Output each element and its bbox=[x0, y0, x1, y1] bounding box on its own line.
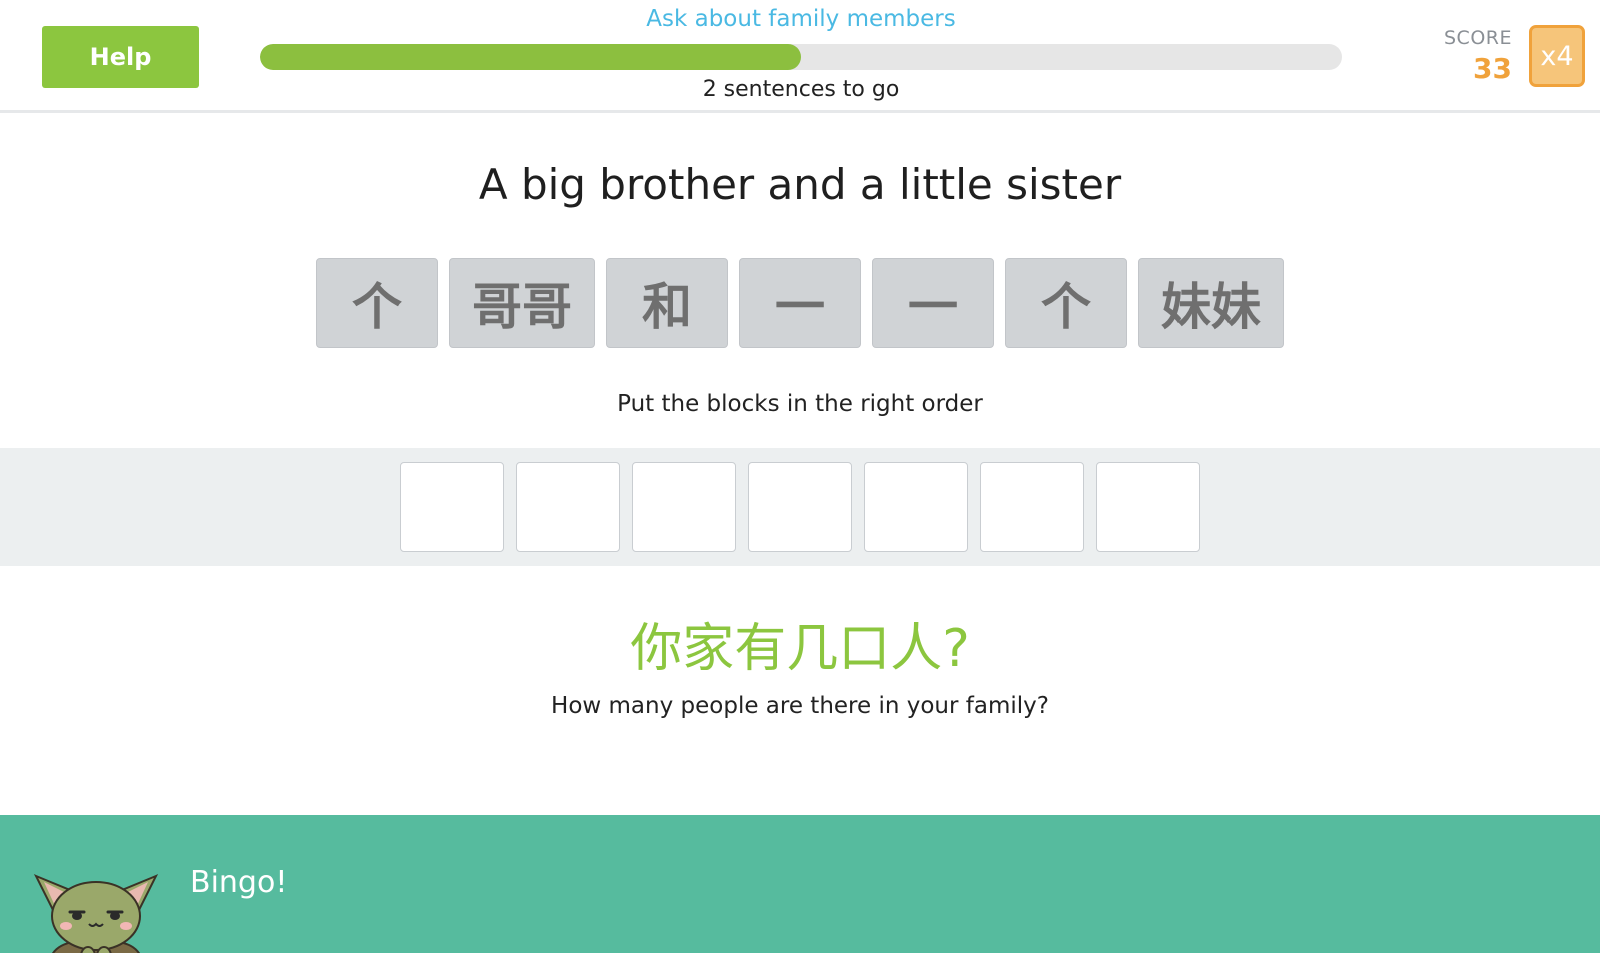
sentences-remaining: 2 sentences to go bbox=[702, 77, 900, 102]
word-block[interactable]: 妹妹 bbox=[1138, 258, 1284, 348]
lesson-page: Help Ask about family members 2 sentence… bbox=[0, 0, 1600, 953]
answer-slots bbox=[0, 462, 1600, 552]
answer-slot[interactable] bbox=[748, 462, 852, 552]
word-block[interactable]: 一 bbox=[739, 258, 861, 348]
answer-area bbox=[0, 448, 1600, 566]
word-block[interactable]: 哥哥 bbox=[449, 258, 595, 348]
answer-slot[interactable] bbox=[632, 462, 736, 552]
feedback-bar: Bingo! bbox=[0, 815, 1600, 953]
word-block[interactable]: 和 bbox=[606, 258, 728, 348]
word-block[interactable]: 一 bbox=[872, 258, 994, 348]
score-label: SCORE bbox=[1444, 27, 1512, 49]
score-multiplier-badge: x4 bbox=[1529, 25, 1585, 87]
word-block[interactable]: 个 bbox=[316, 258, 438, 348]
answer-slot[interactable] bbox=[864, 462, 968, 552]
lesson-header: Help Ask about family members 2 sentence… bbox=[0, 0, 1600, 113]
help-button[interactable]: Help bbox=[42, 26, 199, 88]
progress-fill bbox=[260, 44, 801, 70]
answer-slot[interactable] bbox=[516, 462, 620, 552]
word-block[interactable]: 个 bbox=[1005, 258, 1127, 348]
topic-phrase-english: How many people are there in your family… bbox=[551, 693, 1049, 719]
instruction-text: Put the blocks in the right order bbox=[617, 391, 983, 417]
prompt-sentence: A big brother and a little sister bbox=[478, 160, 1122, 209]
answer-slot[interactable] bbox=[980, 462, 1084, 552]
answer-slot[interactable] bbox=[1096, 462, 1200, 552]
topic-phrase-chinese: 你家有几口人? bbox=[630, 619, 970, 679]
lesson-title: Ask about family members bbox=[646, 6, 956, 32]
lesson-progress-bar bbox=[260, 44, 1342, 70]
feedback-message: Bingo! bbox=[190, 865, 288, 900]
cat-mascot-icon bbox=[33, 874, 159, 953]
answer-slot[interactable] bbox=[400, 462, 504, 552]
word-blocks: 个 哥哥 和 一 一 个 妹妹 bbox=[0, 258, 1600, 348]
score-value: 33 bbox=[1473, 52, 1512, 85]
